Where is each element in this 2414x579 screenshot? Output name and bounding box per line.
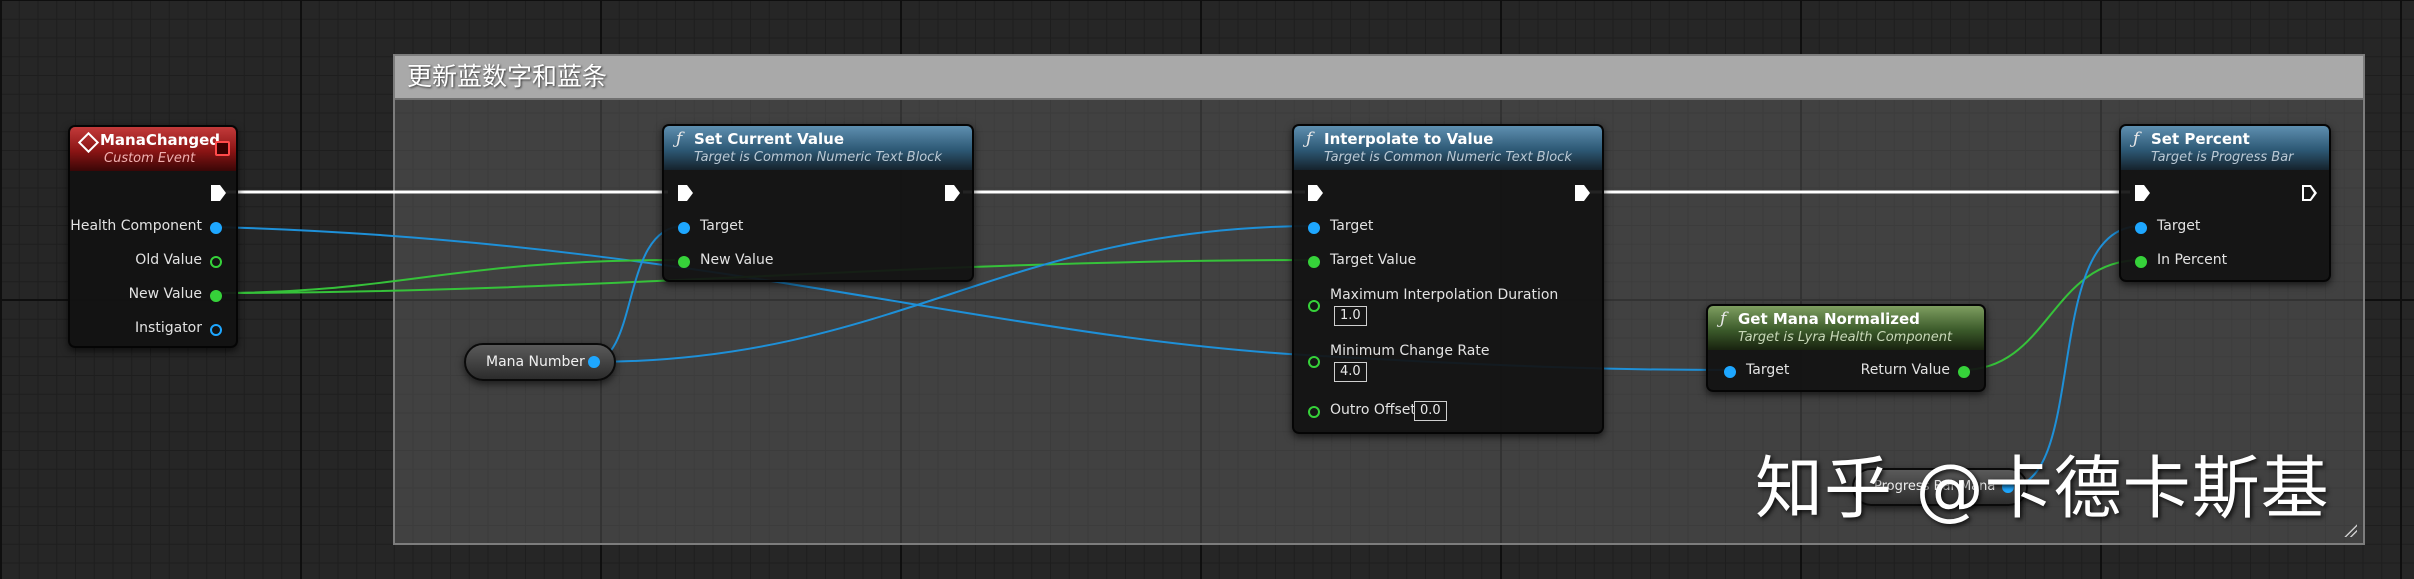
set-percent-header: ƒ Set Percent Target is Progress Bar <box>2121 126 2329 170</box>
event-diamond-icon <box>77 131 100 154</box>
exec-in-pin[interactable] <box>678 185 693 201</box>
get-mana-normalized-header: ƒ Get Mana Normalized Target is Lyra Hea… <box>1708 306 1984 350</box>
interpolate-title: Interpolate to Value <box>1324 130 1494 148</box>
max-duration-pin[interactable] <box>1308 300 1320 312</box>
pin-label-min-change-rate: Minimum Change Rate <box>1330 343 1490 359</box>
event-delegate-pin[interactable] <box>215 141 230 156</box>
pin-label-in-percent: In Percent <box>2157 252 2228 268</box>
pin-label-target: Target <box>1330 218 1374 234</box>
return-value-pin[interactable] <box>1958 366 1970 378</box>
event-node-header: ManaChanged Custom Event <box>70 127 236 171</box>
mana-number-out-pin[interactable] <box>588 356 600 368</box>
target-pin[interactable] <box>1724 366 1736 378</box>
interpolate-subtitle: Target is Common Numeric Text Block <box>1324 150 1572 165</box>
exec-out-pin[interactable] <box>2302 185 2317 201</box>
set-current-value-node[interactable]: ƒ Set Current Value Target is Common Num… <box>662 124 974 282</box>
min-change-rate-pin[interactable] <box>1308 356 1320 368</box>
get-mana-normalized-title: Get Mana Normalized <box>1738 310 1920 328</box>
pin-label-new-value: New Value <box>700 252 774 268</box>
pin-label-return-value: Return Value <box>1860 362 1950 378</box>
old-value-pin[interactable] <box>210 256 222 268</box>
set-current-value-subtitle: Target is Common Numeric Text Block <box>694 150 942 165</box>
exec-out-pin[interactable] <box>1575 185 1590 201</box>
outro-offset-input[interactable]: 0.0 <box>1414 401 1447 421</box>
pin-label-max-duration: Maximum Interpolation Duration <box>1330 287 1559 303</box>
target-pin[interactable] <box>1308 222 1320 234</box>
outro-offset-pin[interactable] <box>1308 406 1320 418</box>
target-value-pin[interactable] <box>1308 256 1320 268</box>
max-duration-input[interactable]: 1.0 <box>1334 306 1367 326</box>
pin-label-outro-offset: Outro Offset <box>1330 402 1416 418</box>
exec-in-pin[interactable] <box>2135 185 2150 201</box>
pin-label-old-value: Old Value <box>135 252 202 268</box>
exec-out-pin[interactable] <box>211 185 226 201</box>
pin-label-new-value: New Value <box>128 286 202 302</box>
function-icon: ƒ <box>2133 129 2140 149</box>
target-pin[interactable] <box>678 222 690 234</box>
pin-label-target-value: Target Value <box>1330 252 1417 268</box>
new-value-pin[interactable] <box>210 290 222 302</box>
min-change-rate-input[interactable]: 4.0 <box>1334 362 1367 382</box>
pin-label-instigator: Instigator <box>135 320 202 336</box>
mana-number-label: Mana Number <box>486 354 585 370</box>
exec-in-pin[interactable] <box>1308 185 1323 201</box>
set-current-value-title: Set Current Value <box>694 130 844 148</box>
pin-label-target: Target <box>1746 362 1790 378</box>
pin-label-target: Target <box>700 218 744 234</box>
pin-label-target: Target <box>2157 218 2201 234</box>
mana-number-variable[interactable]: Mana Number <box>464 343 616 381</box>
comment-title[interactable]: 更新蓝数字和蓝条 <box>395 56 2363 100</box>
watermark: 知乎 @卡德卡斯基 <box>1755 450 2330 529</box>
target-pin[interactable] <box>2135 222 2147 234</box>
mana-changed-event-node[interactable]: ManaChanged Custom Event Health Componen… <box>68 125 238 348</box>
health-component-pin[interactable] <box>210 222 222 234</box>
interpolate-header: ƒ Interpolate to Value Target is Common … <box>1294 126 1602 170</box>
set-percent-subtitle: Target is Progress Bar <box>2151 150 2294 165</box>
instigator-pin[interactable] <box>210 324 222 336</box>
pin-label-health-component: Health Component <box>70 218 202 234</box>
comment-resize-grip[interactable] <box>2341 521 2357 537</box>
function-icon: ƒ <box>676 129 683 149</box>
get-mana-normalized-node[interactable]: ƒ Get Mana Normalized Target is Lyra Hea… <box>1706 304 1986 392</box>
new-value-in-pin[interactable] <box>678 256 690 268</box>
set-current-value-header: ƒ Set Current Value Target is Common Num… <box>664 126 972 170</box>
interpolate-to-value-node[interactable]: ƒ Interpolate to Value Target is Common … <box>1292 124 1604 434</box>
function-icon: ƒ <box>1720 309 1727 329</box>
in-percent-pin[interactable] <box>2135 256 2147 268</box>
function-icon: ƒ <box>1306 129 1313 149</box>
set-percent-title: Set Percent <box>2151 130 2250 148</box>
set-percent-node[interactable]: ƒ Set Percent Target is Progress Bar Tar… <box>2119 124 2331 282</box>
get-mana-normalized-subtitle: Target is Lyra Health Component <box>1738 330 1953 345</box>
exec-out-pin[interactable] <box>945 185 960 201</box>
